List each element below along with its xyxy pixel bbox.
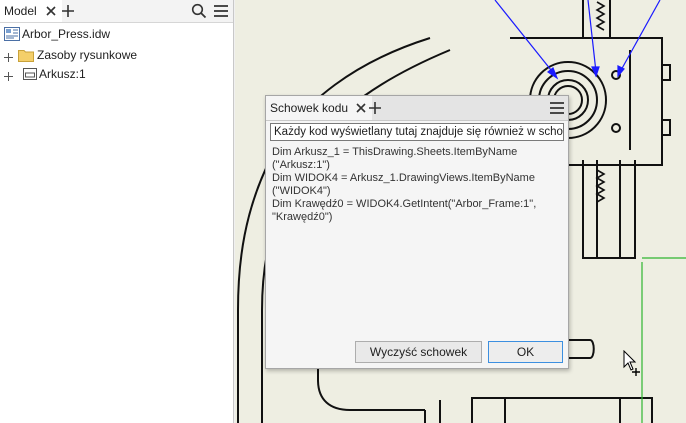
- cursor-icon: [623, 350, 640, 376]
- code-line[interactable]: Dim WIDOK4 = Arkusz_1.DrawingViews.ItemB…: [272, 172, 535, 185]
- menu-icon[interactable]: [549, 100, 565, 116]
- dialog-tab-bar: Schowek kodu: [266, 96, 568, 121]
- plus-icon[interactable]: [61, 4, 75, 18]
- ok-button[interactable]: OK: [488, 341, 563, 363]
- menu-icon[interactable]: [213, 3, 229, 19]
- clear-clipboard-button[interactable]: Wyczyść schowek: [355, 341, 482, 363]
- code-line[interactable]: ("WIDOK4"): [272, 185, 331, 198]
- tree-item-sheet[interactable]: Arkusz:1: [0, 65, 86, 83]
- code-line[interactable]: ("Arkusz:1"): [272, 159, 330, 172]
- tree-item-document[interactable]: Arbor_Press.idw: [0, 25, 110, 43]
- plus-icon[interactable]: [368, 101, 382, 115]
- expand-icon[interactable]: [4, 51, 13, 62]
- tree-item-label: Arbor_Press.idw: [22, 27, 111, 41]
- browser-tab-bar: Model: [0, 0, 233, 23]
- code-line[interactable]: "Krawędź0"): [272, 211, 332, 224]
- tab-model[interactable]: Model: [0, 0, 62, 22]
- expand-icon[interactable]: [4, 70, 13, 81]
- tree-item-drawing-resources[interactable]: Zasoby rysunkowe: [0, 46, 137, 64]
- drawing-file-icon: [4, 27, 20, 41]
- sheet-icon: [23, 68, 37, 80]
- clipboard-info-field: Każdy kod wyświetlany tutaj znajduje się…: [270, 123, 564, 141]
- close-icon[interactable]: [44, 4, 58, 18]
- tab-model-label: Model: [4, 4, 37, 18]
- code-clipboard-dialog: Schowek kodu Każdy kod wyświetlany tutaj…: [265, 95, 569, 369]
- code-line[interactable]: Dim Arkusz_1 = ThisDrawing.Sheets.ItemBy…: [272, 146, 517, 159]
- dialog-title: Schowek kodu: [270, 101, 349, 115]
- search-icon[interactable]: [191, 3, 207, 19]
- folder-icon: [18, 48, 34, 62]
- tab-code-clipboard[interactable]: Schowek kodu: [266, 96, 373, 120]
- model-browser: Model Arbor_Press.idw Zasoby rysunkowe A…: [0, 0, 234, 423]
- code-line[interactable]: Dim Krawędź0 = WIDOK4.GetIntent("Arbor_F…: [272, 198, 536, 211]
- close-icon[interactable]: [354, 101, 368, 115]
- tree-item-label: Zasoby rysunkowe: [37, 48, 138, 62]
- tree-item-label: Arkusz:1: [39, 67, 86, 81]
